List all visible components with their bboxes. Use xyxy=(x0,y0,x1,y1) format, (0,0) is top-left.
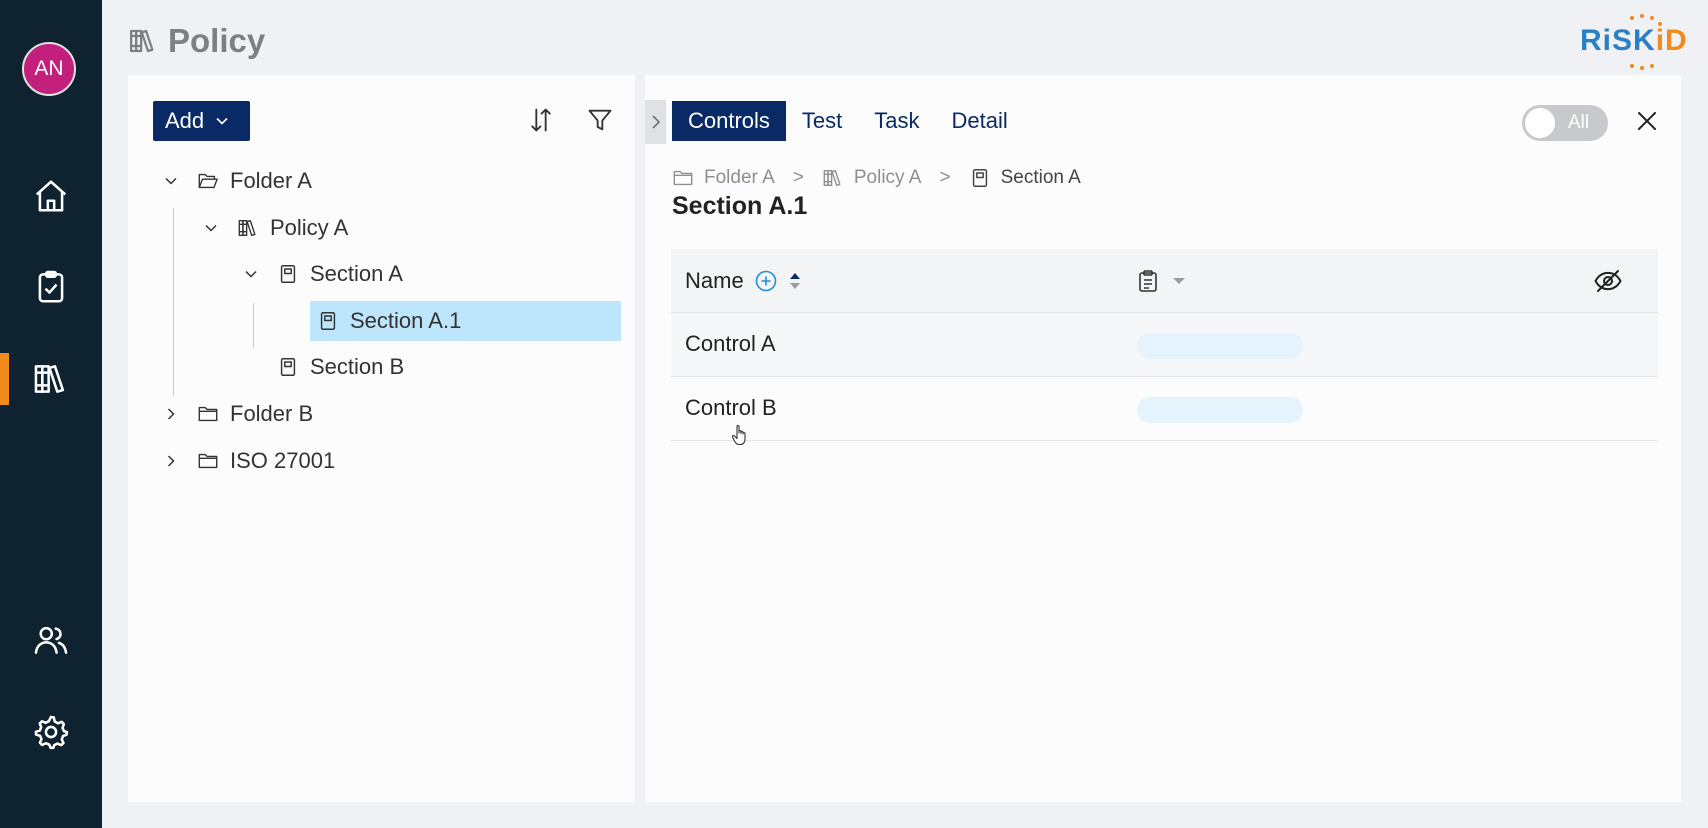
library-icon xyxy=(34,365,65,393)
section-title: Section A.1 xyxy=(672,192,808,220)
name-column-header: Name xyxy=(685,268,802,294)
add-button-label: Add xyxy=(165,108,205,133)
filter-icon xyxy=(588,109,612,131)
chevron-down-icon[interactable] xyxy=(200,217,222,239)
tree-item-label: Section A.1 xyxy=(350,308,462,333)
table-header: Name xyxy=(671,249,1658,313)
clipboard-check-icon xyxy=(38,270,64,303)
close-icon xyxy=(1638,112,1656,130)
add-button[interactable]: Add xyxy=(153,101,250,141)
avatar[interactable]: AN xyxy=(22,42,76,96)
folder-icon xyxy=(196,449,220,473)
collapse-panel-button[interactable] xyxy=(645,100,666,144)
tree-item-label: Section A xyxy=(310,261,403,286)
section-icon xyxy=(316,309,340,333)
add-circle-icon[interactable] xyxy=(754,269,778,293)
library-icon xyxy=(236,216,260,240)
tree-item-label: ISO 27001 xyxy=(230,448,336,473)
tab-controls[interactable]: Controls xyxy=(672,101,786,141)
chevron-down-icon[interactable] xyxy=(160,170,182,192)
sort-arrows-icon[interactable] xyxy=(788,269,802,293)
hand-cursor-icon xyxy=(731,425,746,446)
breadcrumb-item[interactable]: Section A xyxy=(1001,167,1081,189)
tree-guide xyxy=(253,303,254,348)
control-name: Control B xyxy=(685,395,777,420)
nav-item-tasks[interactable] xyxy=(0,255,102,319)
toggle-knob xyxy=(1525,108,1555,138)
page-title-text: Policy xyxy=(168,22,266,59)
home-icon xyxy=(35,180,67,212)
breadcrumb-item[interactable]: Policy A xyxy=(854,167,922,189)
table-body: Control A Control B xyxy=(671,313,1658,441)
tree-item-label: Policy A xyxy=(270,215,349,240)
status-column-header[interactable] xyxy=(1137,269,1187,293)
folder-open-icon xyxy=(196,169,220,193)
section-icon xyxy=(969,167,991,189)
tree-item-label: Folder A xyxy=(230,168,312,193)
tree-item-folder-a[interactable]: Folder A xyxy=(160,161,312,201)
tree-item-folder-b[interactable]: Folder B xyxy=(160,394,313,434)
users-icon xyxy=(34,626,68,654)
tree-item-iso-27001[interactable]: ISO 27001 xyxy=(160,441,335,481)
tab-bar: Controls Test Task Detail xyxy=(672,101,1024,141)
name-header-label: Name xyxy=(685,267,744,293)
nav-item-users[interactable] xyxy=(0,608,102,672)
clipboard-icon xyxy=(1139,269,1157,292)
toggle-label: All xyxy=(1568,112,1590,133)
caret-down-icon xyxy=(1173,277,1185,284)
section-icon xyxy=(276,262,300,286)
breadcrumb-separator: > xyxy=(792,167,804,188)
chevron-right-icon[interactable] xyxy=(160,403,182,425)
table-row[interactable]: Control B xyxy=(671,377,1658,441)
eye-off-icon[interactable] xyxy=(1593,266,1623,296)
all-toggle[interactable]: All xyxy=(1522,105,1608,141)
page-title: Policy xyxy=(128,22,265,60)
sort-icon xyxy=(531,108,551,132)
riskid-logo: RiSKiD xyxy=(1580,14,1687,70)
sort-button[interactable] xyxy=(524,103,558,137)
table-row[interactable]: Control A xyxy=(671,313,1658,377)
controls-table: Name Control A Control B xyxy=(671,249,1658,441)
tree-item-label: Folder B xyxy=(230,401,314,426)
tree-item-label: Section B xyxy=(310,354,405,379)
chevron-right-icon[interactable] xyxy=(160,450,182,472)
tree-item-section-b[interactable]: Section B xyxy=(276,347,404,387)
control-name: Control A xyxy=(685,331,776,356)
library-icon xyxy=(130,29,154,53)
panel-divider xyxy=(635,75,645,802)
nav-item-home[interactable] xyxy=(0,164,102,228)
tree-item-policy-a[interactable]: Policy A xyxy=(200,208,348,248)
tree-item-section-a1[interactable]: Section A.1 xyxy=(310,301,621,341)
tree-panel: Add Folder A Policy A Section A Section … xyxy=(128,75,635,802)
status-pill xyxy=(1137,333,1303,359)
folder-icon xyxy=(196,402,220,426)
detail-panel: Controls Test Task Detail All Folder A >… xyxy=(645,75,1681,802)
chevron-down-icon[interactable] xyxy=(240,263,262,285)
nav-rail: AN xyxy=(0,0,102,828)
filter-button[interactable] xyxy=(583,103,617,137)
tab-test[interactable]: Test xyxy=(786,101,858,141)
tab-detail[interactable]: Detail xyxy=(936,101,1024,141)
tree-guide xyxy=(173,208,174,396)
tree-item-section-a[interactable]: Section A xyxy=(240,254,403,294)
breadcrumb-separator: > xyxy=(939,167,951,188)
avatar-initials: AN xyxy=(34,57,64,80)
nav-item-policy[interactable] xyxy=(0,347,102,411)
tab-task[interactable]: Task xyxy=(858,101,935,141)
close-button[interactable] xyxy=(1635,109,1665,139)
chevron-right-icon xyxy=(651,115,660,129)
folder-icon xyxy=(672,167,694,189)
chevron-down-icon xyxy=(216,117,228,125)
library-icon xyxy=(822,167,844,189)
breadcrumb-item[interactable]: Folder A xyxy=(704,167,775,189)
breadcrumb: Folder A > Policy A > Section A xyxy=(672,165,1081,191)
nav-item-settings[interactable] xyxy=(0,700,102,764)
gear-icon xyxy=(34,715,69,750)
section-icon xyxy=(276,355,300,379)
status-pill xyxy=(1137,397,1303,423)
